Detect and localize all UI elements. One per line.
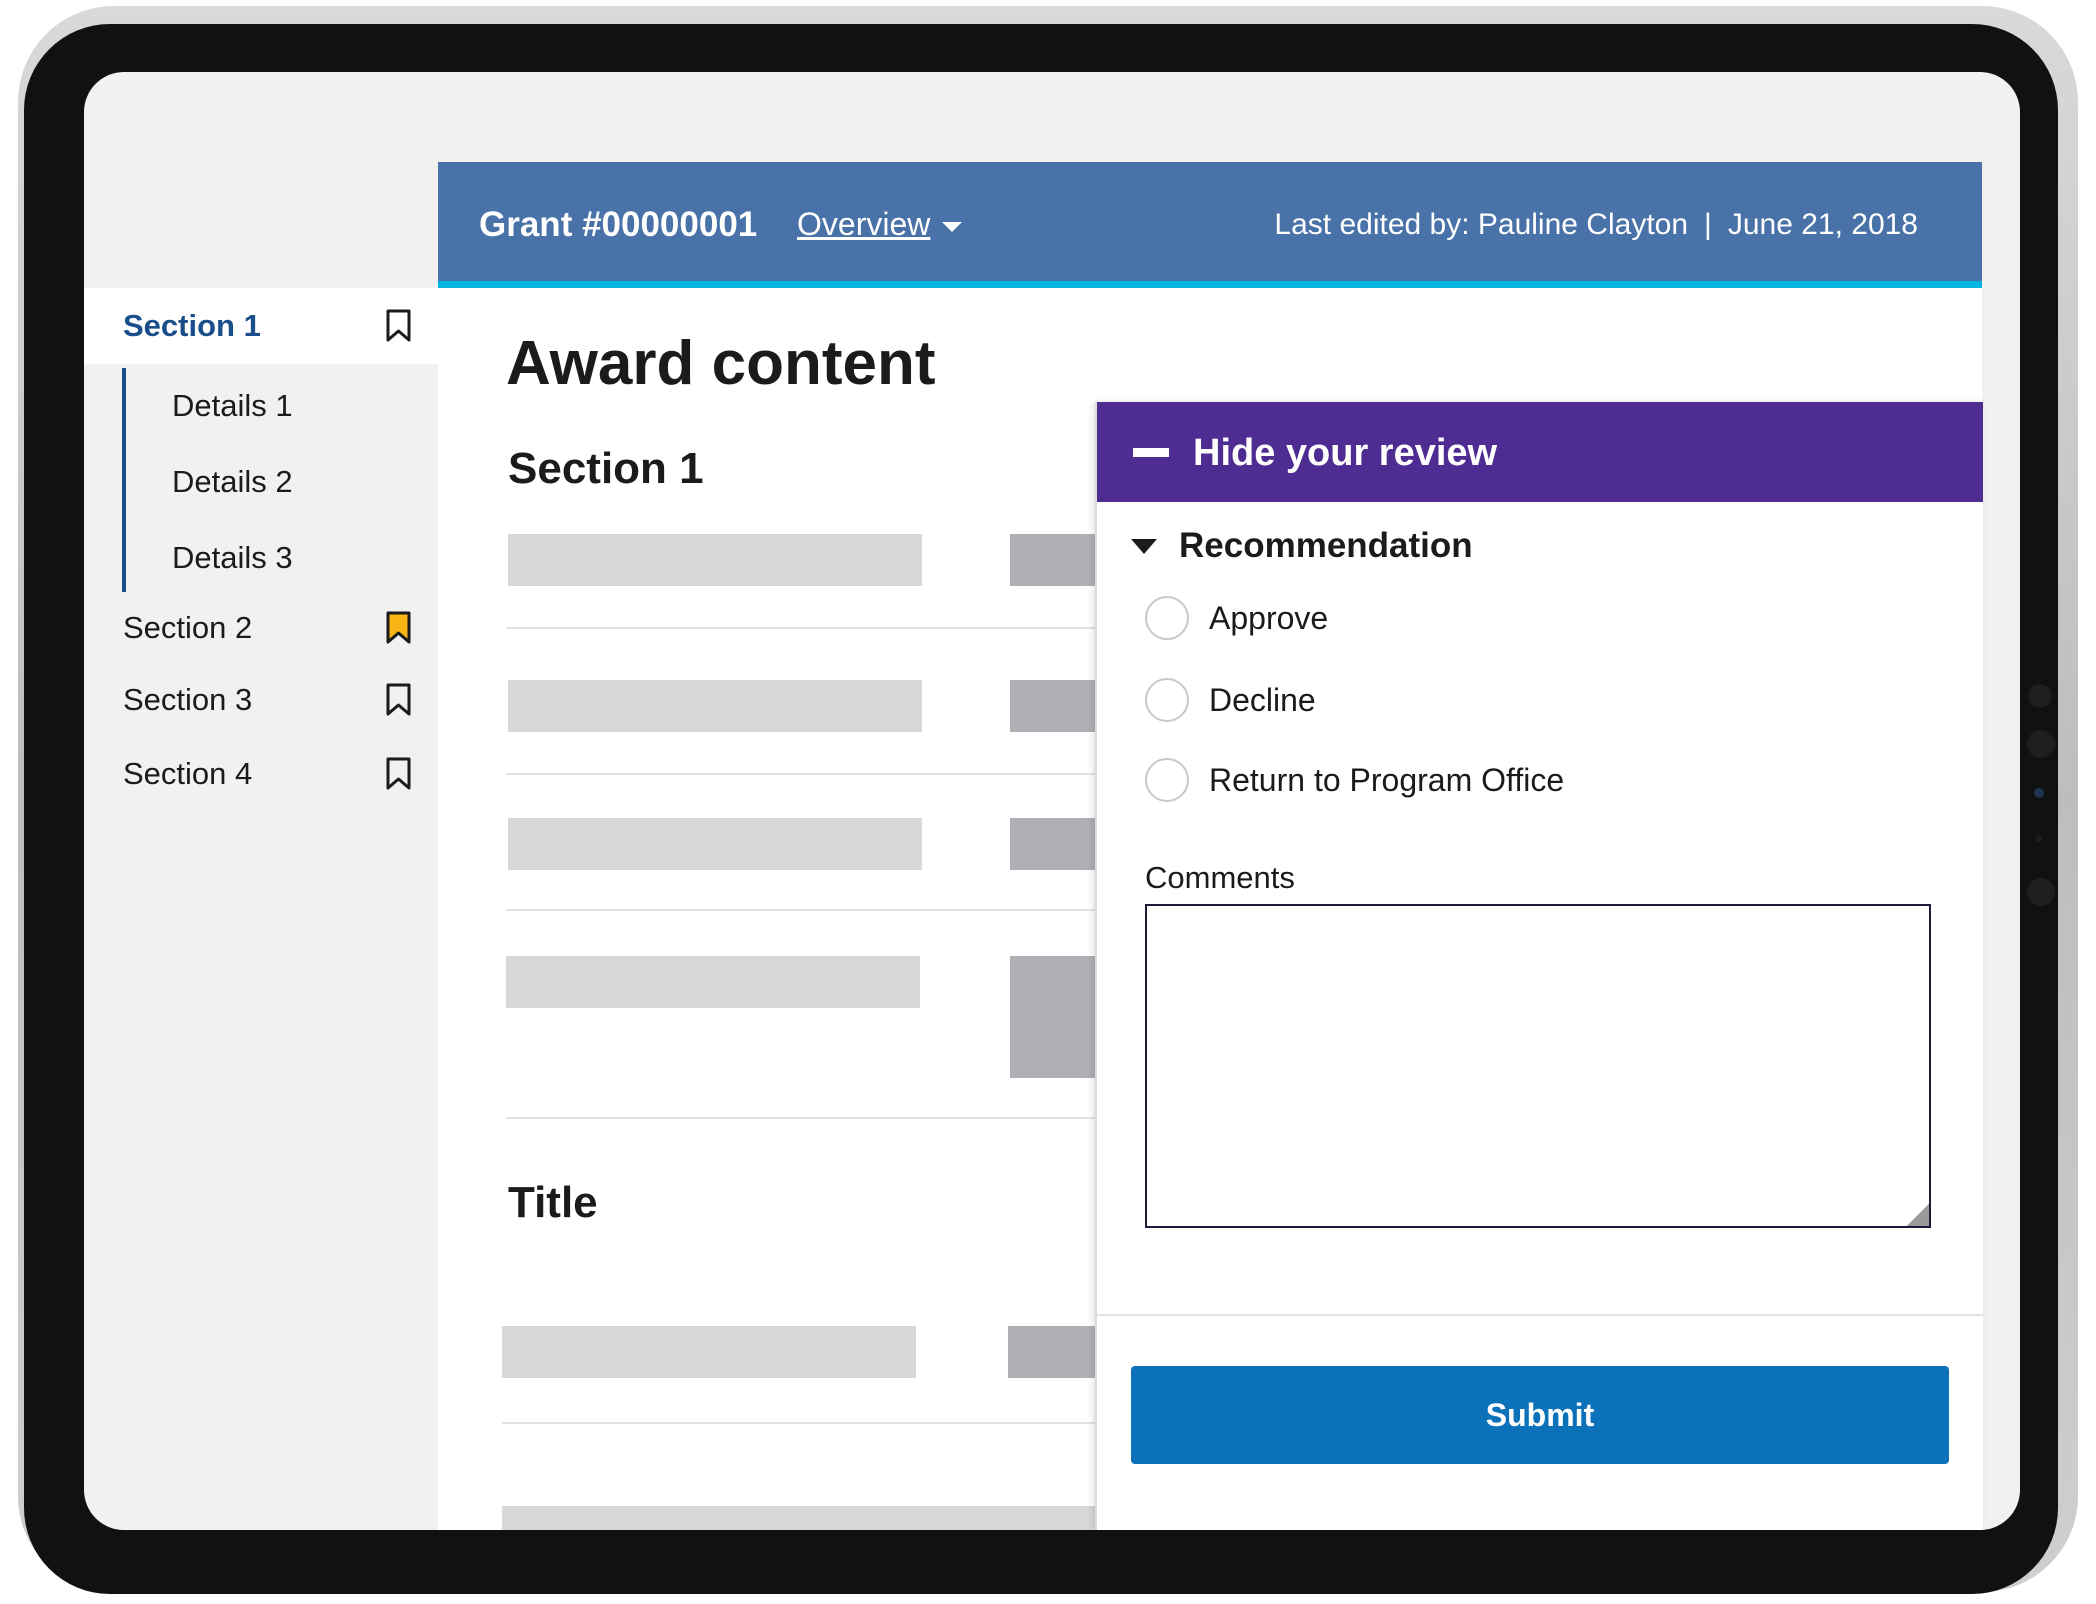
side-sensor-icon (2036, 836, 2042, 842)
sidebar-subitem-label: Details 2 (172, 464, 293, 499)
sidebar-item-details-2[interactable]: Details 2 (126, 444, 438, 520)
bookmark-outline-icon[interactable] (385, 757, 412, 791)
placeholder-label (506, 956, 920, 1008)
divider (1097, 1314, 1983, 1316)
hide-review-label: Hide your review (1193, 432, 1498, 474)
last-edited-info: Last edited by: Pauline Clayton | June 2… (1274, 208, 1918, 242)
sidebar-item-section-3[interactable]: Section 3 (84, 664, 438, 736)
page-title: Award content (506, 329, 936, 398)
review-panel: Hide your review Recommendation Approve … (1095, 402, 1983, 1530)
radio-circle[interactable] (1145, 758, 1189, 802)
minus-icon (1133, 448, 1169, 457)
sidebar-subitem-label: Details 1 (172, 388, 293, 423)
sidebar-item-details-1[interactable]: Details 1 (126, 368, 438, 444)
grant-title: Grant #00000001 (479, 205, 758, 244)
radio-label: Approve (1209, 599, 1329, 636)
placeholder-label (508, 534, 922, 586)
comments-label: Comments (1145, 860, 1295, 895)
app-screen: Section 1 Details 1 Details 2 Details 3 … (84, 72, 2020, 1530)
radio-label: Return to Program Office (1209, 761, 1565, 798)
submit-button[interactable]: Submit (1131, 1366, 1949, 1464)
sidebar-item-details-3[interactable]: Details 3 (126, 520, 438, 596)
separator: | (1704, 208, 1712, 241)
sidebar-item-section-2[interactable]: Section 2 (84, 592, 438, 664)
last-edited-date: June 21, 2018 (1727, 208, 1918, 241)
caret-down-icon (942, 221, 963, 232)
recommendation-accordion[interactable]: Recommendation (1131, 526, 1473, 566)
grant-header: Grant #00000001 Overview Last edited by:… (438, 162, 1982, 288)
section-1-subnav: Details 1 Details 2 Details 3 (122, 368, 438, 592)
section-heading: Section 1 (508, 444, 704, 493)
radio-label: Decline (1209, 681, 1316, 718)
divider (506, 627, 1126, 629)
bookmark-filled-icon[interactable] (385, 611, 412, 645)
bookmark-outline-icon[interactable] (385, 683, 412, 717)
side-sensor-icon (2027, 878, 2055, 906)
recommendation-label: Recommendation (1179, 526, 1473, 565)
divider (506, 909, 1126, 911)
divider (502, 1422, 1126, 1424)
sidebar-item-label: Section 3 (123, 682, 253, 717)
radio-return-to-program-office[interactable]: Return to Program Office (1145, 758, 1564, 802)
overview-dropdown[interactable]: Overview (797, 206, 963, 243)
title-heading: Title (508, 1178, 598, 1227)
placeholder-block (502, 1506, 1126, 1530)
side-sensor-icon (2028, 684, 2052, 708)
sidebar-item-label: Section 2 (123, 610, 253, 645)
triangle-down-icon (1131, 538, 1157, 554)
hide-review-toggle[interactable]: Hide your review (1097, 402, 1983, 502)
sidebar-item-section-4[interactable]: Section 4 (84, 736, 438, 812)
last-edited-by: Last edited by: Pauline Clayton (1274, 208, 1689, 241)
comments-textarea[interactable] (1145, 904, 1931, 1228)
camera-icon (2034, 788, 2044, 798)
radio-approve[interactable]: Approve (1145, 596, 1328, 640)
placeholder-label (502, 1326, 916, 1378)
sidebar-item-label: Section 1 (123, 308, 261, 343)
sidebar-subitem-label: Details 3 (172, 540, 293, 575)
radio-circle[interactable] (1145, 596, 1189, 640)
radio-decline[interactable]: Decline (1145, 678, 1316, 722)
divider (506, 773, 1126, 775)
sidebar-nav: Section 1 Details 1 Details 2 Details 3 … (84, 288, 438, 812)
placeholder-label (508, 680, 922, 732)
side-sensor-icon (2027, 730, 2055, 758)
bookmark-outline-icon[interactable] (385, 309, 412, 343)
sidebar-item-section-1[interactable]: Section 1 (84, 288, 438, 364)
resize-grip-icon[interactable] (1907, 1204, 1929, 1226)
placeholder-label (508, 818, 922, 870)
overview-label: Overview (797, 206, 931, 242)
divider (506, 1117, 1126, 1119)
radio-circle[interactable] (1145, 678, 1189, 722)
placeholder-value (1008, 1326, 1108, 1378)
sidebar-item-label: Section 4 (123, 756, 253, 791)
